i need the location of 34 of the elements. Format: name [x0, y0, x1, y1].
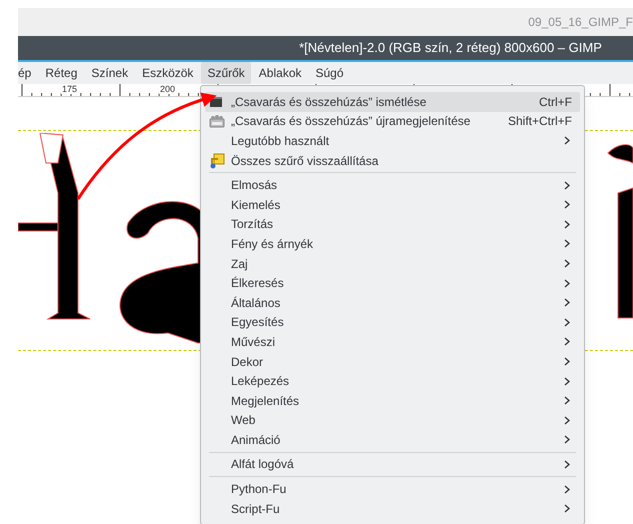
- menu-item[interactable]: Leképezés: [205, 371, 580, 391]
- menu-item[interactable]: Fény és árnyék: [205, 234, 580, 254]
- filter-icon: [209, 114, 225, 128]
- ruler-label: 200: [159, 84, 176, 94]
- window-tab-title: 09_05_16_GIMP_F: [528, 14, 633, 31]
- menu-item[interactable]: Összes szűrő visszaállítása: [205, 150, 580, 170]
- menu-item[interactable]: Egyesítés: [205, 312, 580, 332]
- menu-item[interactable]: Elmosás: [205, 175, 580, 195]
- menu-bar-item[interactable]: ép: [18, 62, 38, 84]
- menu-item[interactable]: Alfát logóvá: [205, 454, 580, 474]
- menu-bar-item[interactable]: Ablakok: [252, 62, 308, 84]
- menu-item[interactable]: Web: [205, 410, 580, 430]
- menu-item[interactable]: Script-Fu: [205, 498, 580, 518]
- menu-bar-item[interactable]: Súgó: [310, 62, 350, 84]
- menu-item[interactable]: Élkeresés: [205, 273, 580, 293]
- window-title: *[Névtelen]-2.0 (RGB szín, 2 réteg) 800x600 – GIMP: [299, 39, 602, 58]
- menu-bar-item[interactable]: Szűrők: [201, 62, 251, 84]
- menu-item[interactable]: „Csavarás és összehúzás” ismétlése Ctrl+F: [205, 92, 580, 112]
- menu-item[interactable]: Dekor: [205, 352, 580, 372]
- menu-bar-item[interactable]: Színek: [85, 62, 134, 84]
- menu-item[interactable]: Torzítás: [205, 214, 580, 234]
- reset-icon: [209, 152, 225, 169]
- menu-item[interactable]: Python-Fu: [205, 479, 580, 499]
- menu-bar-item[interactable]: Réteg: [39, 62, 84, 84]
- menu-item[interactable]: Művészi: [205, 332, 580, 352]
- menu-item[interactable]: Animáció: [205, 430, 580, 450]
- menu-item[interactable]: Zaj: [205, 254, 580, 274]
- menu-bar-item[interactable]: Eszközök: [136, 62, 200, 84]
- ruler-label: 175: [61, 84, 78, 94]
- menu-item[interactable]: Kiemelés: [205, 194, 580, 215]
- menu-item[interactable]: Legutóbb használt: [205, 131, 580, 151]
- menu-item[interactable]: Megjelenítés: [205, 390, 580, 410]
- menu-item[interactable]: Általános: [205, 292, 580, 313]
- menu-item[interactable]: „Csavarás és összehúzás” újramegjelenítése Shift+Ctrl+F: [205, 112, 580, 132]
